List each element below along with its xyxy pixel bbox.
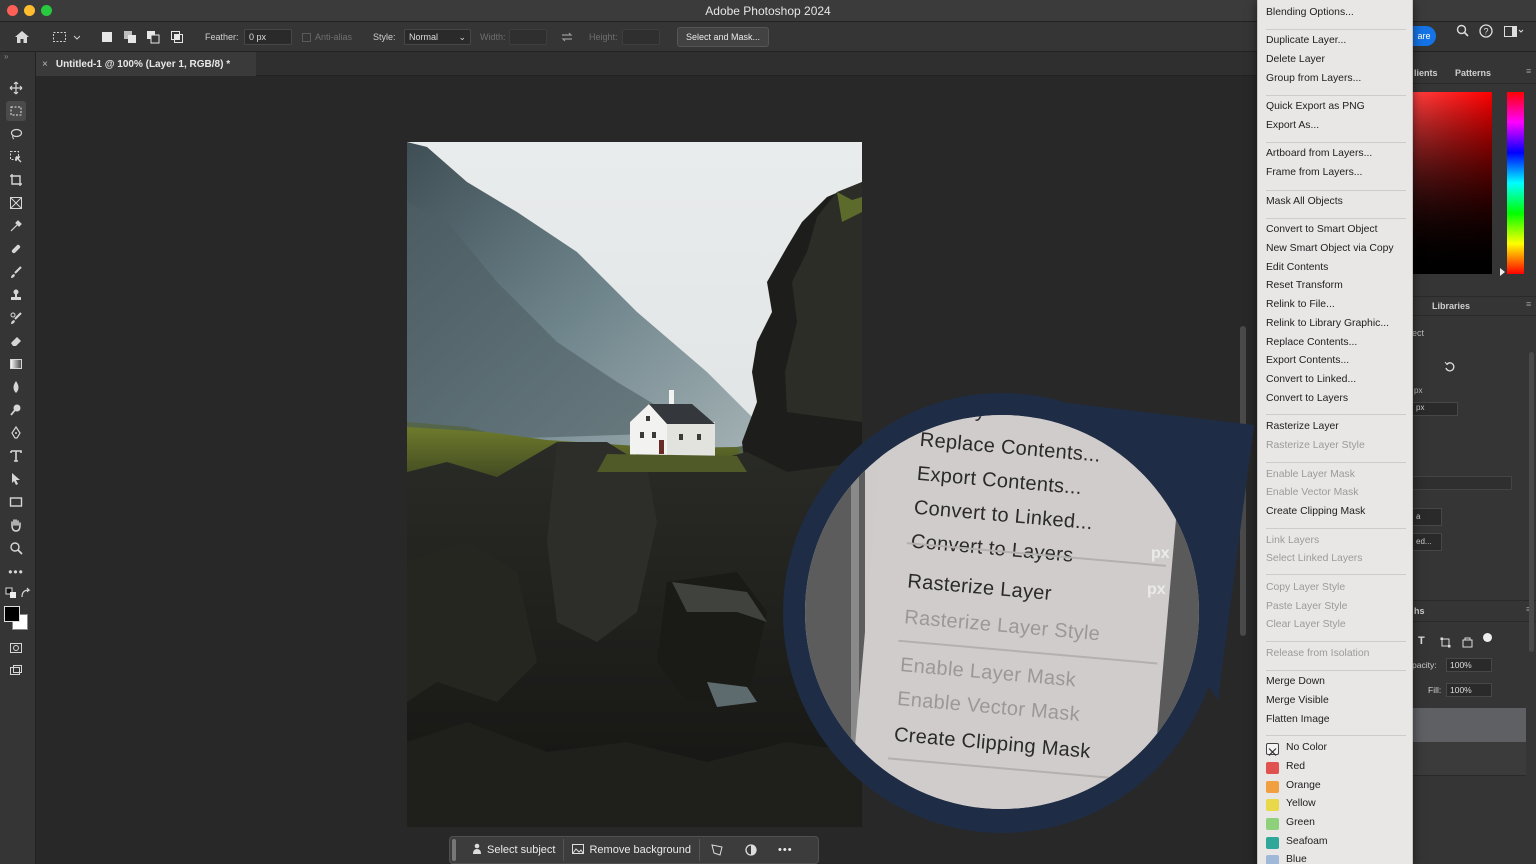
zoom-callout-inner: LibraryReplace Contents...Export Content… bbox=[805, 415, 1199, 809]
zoom-px-label-a: px bbox=[1151, 545, 1170, 562]
zoom-callout: LibraryReplace Contents...Export Content… bbox=[783, 393, 1221, 833]
zoom-px-label-b: px bbox=[1147, 581, 1166, 598]
callout-connector bbox=[1000, 395, 1254, 700]
photoshop-window: Adobe Photoshop 2024 Feather: 0 px Anti-… bbox=[0, 0, 1536, 864]
foreground-color-overlay bbox=[4, 606, 20, 622]
